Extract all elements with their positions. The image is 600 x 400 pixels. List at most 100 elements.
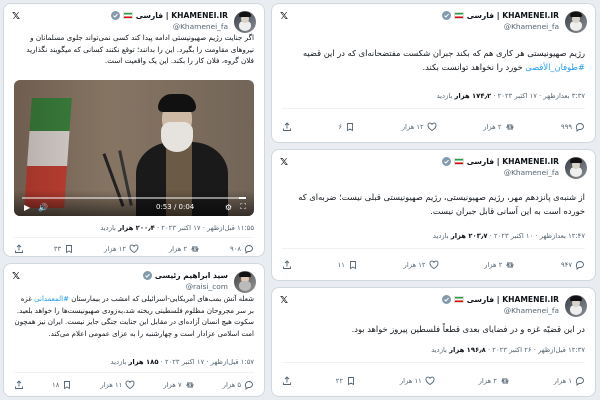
share-icon	[283, 376, 291, 385]
x-logo-icon[interactable]: 𝕏	[280, 295, 288, 306]
tweet-text: اگر جنایت رژیم صهیونیستی ادامه پیدا کند …	[26, 33, 254, 65]
verified-badge-icon	[441, 295, 451, 304]
tweet-card-5[interactable]: سید ابراهیم رئیسی @raisi_com 𝕏 شعله آتش …	[3, 263, 265, 397]
tweet-timestamp[interactable]: ۱۱:۵۵ قبل‌ازظهر · ۱۷ اکتبر ۲۰۲۳ ·	[155, 224, 254, 232]
tweet-timestamp[interactable]: ۱۲:۳۷ قبل‌ازظهر · ۲۶ اکتبر ۲۰۲۳ ·	[486, 346, 585, 354]
author-handle[interactable]: @raisi_com	[186, 282, 228, 291]
author-handle[interactable]: @Khamenei_fa	[504, 168, 559, 177]
retweet-count: ۲ هزار	[478, 377, 497, 385]
tweet-timestamp[interactable]: ۳:۳۷ بعدازظهر · ۱۷ اکتبر ۲۰۲۳ ·	[491, 92, 585, 100]
author-name[interactable]: KHAMENEI.IR | فارسی	[441, 295, 559, 304]
share-button[interactable]	[282, 376, 292, 386]
video-player[interactable]: ▶ 🔊 0:53 / 0:04 ⚙ ⛶	[14, 80, 254, 216]
author-handle[interactable]: @Khamenei_fa	[504, 22, 559, 31]
author-name-text[interactable]: سید ابراهیم رئیسی	[155, 271, 228, 280]
retweet-icon	[185, 382, 194, 388]
share-button[interactable]	[282, 122, 292, 132]
tweet-meta: ۱۲:۳۷ قبل‌ازظهر · ۲۶ اکتبر ۲۰۲۳ · ۱۹۶٫۸ …	[282, 346, 585, 354]
author-name-text[interactable]: KHAMENEI.IR | فارسی	[467, 157, 559, 166]
retweet-button[interactable]: ۲ هزار	[479, 376, 510, 386]
author-name[interactable]: سید ابراهیم رئیسی	[142, 271, 228, 280]
like-button[interactable]: ۱۱ هزار	[400, 376, 435, 386]
settings-icon[interactable]: ⚙	[225, 203, 232, 212]
view-count: ۲۰۳٫۷ هزار	[450, 232, 488, 240]
retweet-button[interactable]: ۷ هزار	[163, 380, 194, 390]
divider	[282, 362, 585, 363]
bookmark-button[interactable]: ۱۸	[52, 380, 72, 390]
avatar[interactable]	[565, 157, 587, 179]
author-name-text[interactable]: KHAMENEI.IR | فارسی	[467, 295, 559, 304]
video-time: 0:53 / 0:04	[156, 203, 195, 211]
reply-button[interactable]: ۹۴۷	[561, 260, 585, 270]
author-name[interactable]: KHAMENEI.IR | فارسی	[441, 11, 559, 20]
play-icon[interactable]: ▶	[24, 203, 30, 212]
retweet-button[interactable]: ۲ هزار	[169, 244, 200, 254]
x-logo-icon[interactable]: 𝕏	[280, 157, 288, 168]
video-progress-bar[interactable]	[22, 197, 246, 199]
tweet-card-2[interactable]: KHAMENEI.IR | فارسی @Khamenei_fa 𝕏 از شن…	[271, 149, 596, 281]
hashtag-link[interactable]: #المعمدانی	[34, 295, 69, 303]
view-count: ۱۸۵ هزار	[128, 358, 159, 366]
share-button[interactable]	[282, 260, 292, 270]
like-button[interactable]: ۱۲ هزار	[402, 122, 437, 132]
tweet-timestamp[interactable]: ۱:۵۷ قبل‌ازظهر · ۱۷ اکتبر ۲۰۲۳ ·	[158, 358, 254, 366]
tweet-card-3[interactable]: KHAMENEI.IR | فارسی @Khamenei_fa 𝕏 در ای…	[271, 287, 596, 397]
share-icon	[15, 244, 23, 253]
reply-count: ۹۰۸	[230, 245, 241, 253]
reply-count: ۱ هزار	[553, 377, 572, 385]
tweet-meta: ۳:۳۷ بعدازظهر · ۱۷ اکتبر ۲۰۲۳ · ۱۷۴٫۲ هز…	[282, 92, 585, 100]
avatar[interactable]	[565, 11, 587, 33]
author-name[interactable]: KHAMENEI.IR | فارسی	[110, 11, 228, 20]
tweet-meta: ۱۲:۴۷ بعدازظهر · ۱۰ اکتبر ۲۰۲۳ · ۲۰۳٫۷ ه…	[282, 232, 585, 240]
heart-icon	[125, 380, 135, 390]
share-button[interactable]	[14, 244, 24, 254]
tweet-timestamp[interactable]: ۱۲:۴۷ بعدازظهر · ۱۰ اکتبر ۲۰۲۳ ·	[488, 232, 585, 240]
tweet-card-4[interactable]: KHAMENEI.IR | فارسی @Khamenei_fa 𝕏 اگر ج…	[3, 3, 265, 257]
author-name-text[interactable]: KHAMENEI.IR | فارسی	[467, 11, 559, 20]
retweet-icon	[506, 262, 515, 268]
bookmark-button[interactable]: ۲۲	[336, 376, 356, 386]
hashtag-link[interactable]: #طوفان_الأقصی	[525, 62, 585, 72]
like-button[interactable]: ۱۲ هزار	[404, 260, 439, 270]
like-button[interactable]: ۱۱ هزار	[100, 380, 135, 390]
bookmark-button[interactable]: ۳۳	[54, 244, 74, 254]
tweet-actions: ۵ هزار ۷ هزار ۱۱ هزار ۱۸	[14, 378, 254, 392]
author-handle[interactable]: @Khamenei_fa	[504, 306, 559, 315]
bookmark-icon	[348, 377, 355, 386]
avatar[interactable]	[565, 295, 587, 317]
fullscreen-icon[interactable]: ⛶	[240, 202, 246, 212]
avatar[interactable]	[234, 11, 256, 33]
reply-button[interactable]: ۱ هزار	[554, 376, 585, 386]
bookmark-count: ۳۳	[53, 245, 62, 253]
verified-badge-icon	[441, 157, 451, 166]
verified-badge-icon	[142, 271, 152, 280]
bookmark-count: ۱۱	[337, 261, 345, 269]
x-logo-icon[interactable]: 𝕏	[12, 11, 20, 22]
author-name[interactable]: KHAMENEI.IR | فارسی	[441, 157, 559, 166]
author-name-text[interactable]: KHAMENEI.IR | فارسی	[136, 11, 228, 20]
bookmark-count: ۶	[338, 123, 343, 131]
author-handle[interactable]: @Khamenei_fa	[173, 22, 228, 31]
reply-icon	[244, 245, 253, 254]
bookmark-button[interactable]: ۱۱	[338, 260, 358, 270]
video-controls: ▶ 🔊 0:53 / 0:04 ⚙ ⛶	[14, 190, 254, 216]
bookmark-button[interactable]: ۶	[339, 122, 356, 132]
avatar[interactable]	[234, 271, 256, 293]
retweet-button[interactable]: ۲ هزار	[483, 122, 514, 132]
reply-button[interactable]: ۵ هزار	[223, 380, 254, 390]
retweet-button[interactable]: ۲ هزار	[484, 260, 515, 270]
volume-icon[interactable]: 🔊	[38, 203, 48, 212]
like-button[interactable]: ۱۲ هزار	[104, 244, 139, 254]
view-count: ۱۹۶٫۸ هزار	[449, 346, 486, 354]
divider	[282, 248, 585, 249]
reply-button[interactable]: ۹۰۸	[230, 244, 254, 254]
reply-button[interactable]: ۹۹۹	[561, 122, 585, 132]
x-logo-icon[interactable]: 𝕏	[12, 271, 20, 282]
x-logo-icon[interactable]: 𝕏	[280, 11, 288, 22]
iran-flag-icon	[453, 158, 464, 165]
share-button[interactable]	[14, 380, 24, 390]
view-count: ۱۷۴٫۲ هزار	[454, 92, 492, 100]
tweet-text: از شنبه‌ی پانزدهم مهر، رژیم صهیونیستی، ر…	[298, 192, 585, 216]
reply-icon	[575, 123, 584, 132]
tweet-card-1[interactable]: KHAMENEI.IR | فارسی @Khamenei_fa 𝕏 رژیم …	[271, 3, 596, 143]
